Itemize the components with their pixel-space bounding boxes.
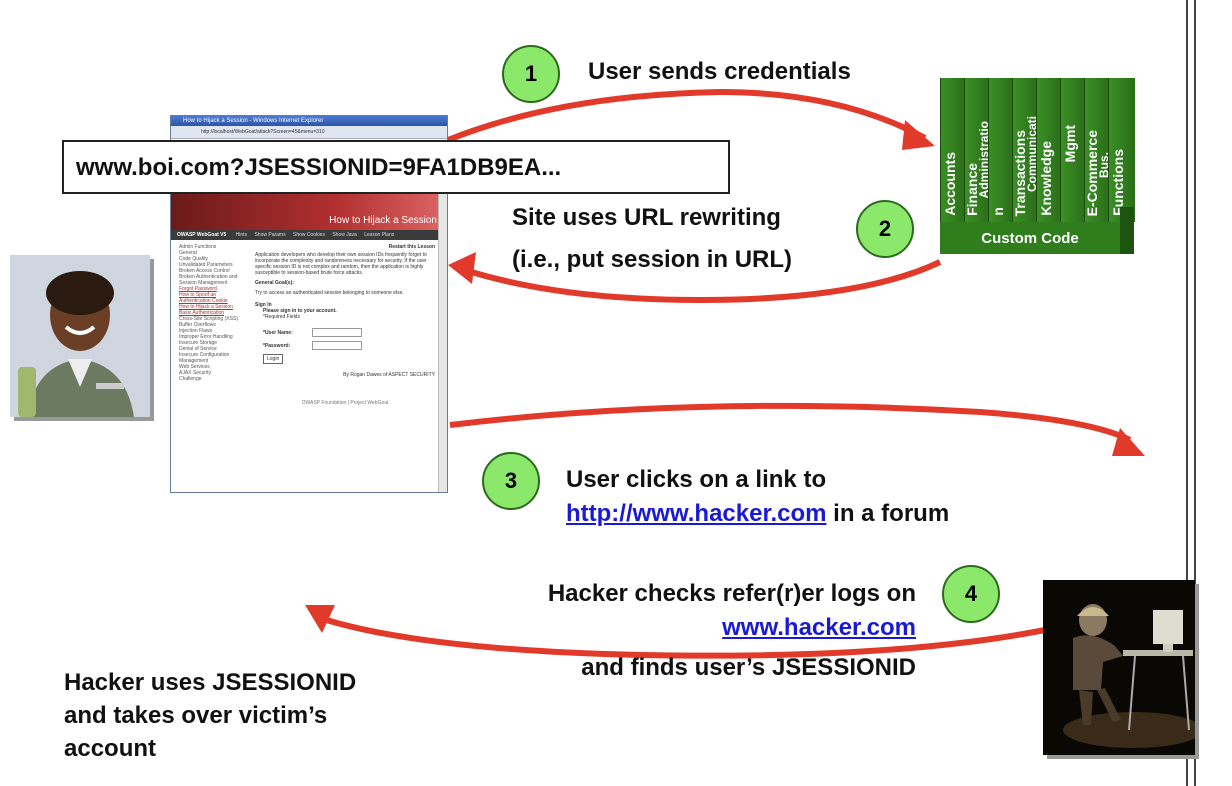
step-3-badge: 3 <box>482 452 540 510</box>
hacker-at-computer-icon <box>1043 580 1203 755</box>
side-item: Challenge <box>179 376 202 382</box>
column-label: Mgmt <box>1062 124 1078 162</box>
goal-heading: General Goal(s): <box>255 280 294 286</box>
custom-code-columns: Accounts Finance Administratio n Transac… <box>940 78 1135 228</box>
side-item: How to Spoof an Authentication Cookie <box>179 292 228 304</box>
banner-title: How to Hijack a Session <box>329 215 437 226</box>
lesson-intro: Application developers who develop their… <box>255 252 427 276</box>
browser-address-bar: http://localhost/WebGoat/attack?Screen=4… <box>171 126 447 139</box>
browser-title-bar: How to Hijack a Session - Windows Intern… <box>171 116 447 126</box>
nav-item-hints: Hints <box>235 232 248 238</box>
nav-item-plans: Lesson Plans <box>364 232 395 238</box>
column-administration-n: n <box>988 78 1013 222</box>
column-knowledge: Knowledge <box>1036 78 1061 222</box>
user-photo <box>10 255 150 417</box>
step-4-line3: and finds user’s JSESSIONID <box>581 654 916 681</box>
final-outcome-text: Hacker uses JSESSIONID and takes over vi… <box>64 666 356 765</box>
step-4-badge: 4 <box>942 565 1000 623</box>
webgoat-main-content: Restart this Lesson Application develope… <box>255 244 435 406</box>
arrow-step-3 <box>449 402 1132 443</box>
step-1-badge: 1 <box>502 45 560 103</box>
arrowhead-step-1 <box>902 120 935 150</box>
final-line-2: and takes over victim’s <box>64 702 328 729</box>
column-transactions: Transactions Communicati <box>1012 78 1039 222</box>
column-ecommerce: E-Commerce Bus. <box>1084 78 1111 222</box>
webgoat-banner: How to Hijack a Session <box>171 194 447 230</box>
goal-text: Try to access an authenticated session b… <box>255 290 404 296</box>
step-2-badge: 2 <box>856 200 914 258</box>
hacker-site-link[interactable]: http://www.hacker.com <box>566 500 827 527</box>
step-3-suffix: in a forum <box>826 500 950 527</box>
step-2-line1: Site uses URL rewriting <box>512 204 781 231</box>
column-functions: Functions <box>1108 78 1135 222</box>
step-2-line2: (i.e., put session in URL) <box>512 246 793 273</box>
user-name-label: *User Name: <box>263 329 293 336</box>
byline: By Rogan Dawes of ASPECT SECURITY <box>343 372 435 378</box>
hacker-photo <box>1043 580 1203 755</box>
password-label: *Password: <box>263 342 291 349</box>
browser-footer: OWASP Foundation | Project WebGoat <box>301 400 389 406</box>
column-accounts: Accounts <box>940 78 965 222</box>
woman-user-icon <box>10 255 150 417</box>
final-line-1: Hacker uses JSESSIONID <box>64 669 357 696</box>
user-name-input <box>312 328 363 337</box>
nav-item-java: Show Java <box>332 232 357 238</box>
nav-brand: OWASP WebGoat V5 <box>177 232 227 238</box>
column-label: Accounts <box>942 152 958 216</box>
step-3-line1: User clicks on a link to <box>566 466 827 493</box>
column-mgmt: Mgmt <box>1060 78 1085 222</box>
nav-item-params: Show Params <box>254 232 286 238</box>
custom-code-label: Custom Code <box>940 222 1120 254</box>
custom-code-side <box>1120 207 1134 254</box>
browser-address-text: http://localhost/WebGoat/attack?Screen=4… <box>201 129 325 135</box>
webgoat-side-menu: Admin Functions General Code Quality Unv… <box>179 244 247 382</box>
required-note: *Required Fields <box>263 314 300 320</box>
login-button: Login <box>263 354 284 364</box>
final-line-3: account <box>64 735 157 762</box>
nav-item-cookies: Show Cookies <box>292 232 325 238</box>
column-finance: Finance Administratio <box>964 78 991 222</box>
step-4-line1: Hacker checks refer(r)er logs on <box>547 580 916 607</box>
hacker-logs-link[interactable]: www.hacker.com <box>722 614 916 641</box>
step-1-text: User sends credentials <box>588 58 851 85</box>
column-label: Knowledge <box>1038 141 1054 216</box>
column-label: Functions <box>1110 149 1126 216</box>
password-input <box>312 341 363 350</box>
arrowhead-step-2 <box>448 252 476 284</box>
column-label: n <box>990 207 1006 216</box>
side-item: Insecure Configuration Management <box>179 352 230 364</box>
side-item: Broken Authentication and Session Manage… <box>179 274 238 286</box>
url-with-session-id: www.boi.com?JSESSIONID=9FA1DB9EA... <box>62 140 730 194</box>
webgoat-nav-bar: OWASP WebGoat V5 Hints Show Params Show … <box>171 230 447 240</box>
restart-link: Restart this Lesson <box>388 244 435 250</box>
